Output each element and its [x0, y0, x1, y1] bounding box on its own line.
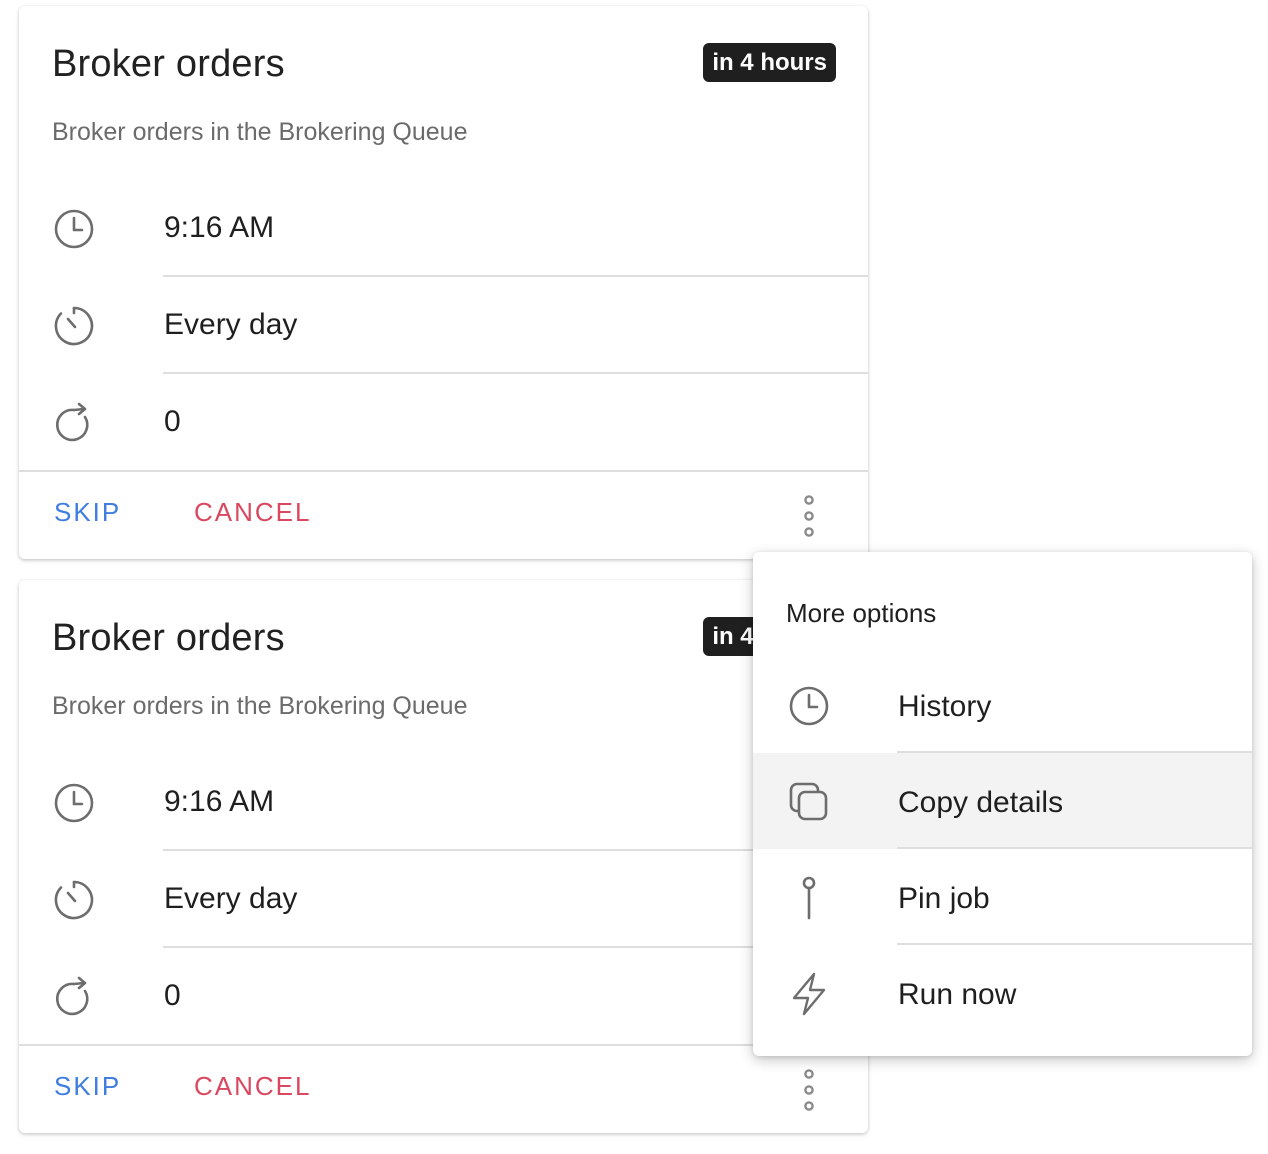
menu-item-label: Pin job: [898, 882, 990, 915]
skip-button[interactable]: SKIP: [54, 496, 121, 528]
frequency-row: Every day: [19, 277, 868, 374]
retries-value: 0: [164, 979, 181, 1012]
frequency-row: Every day: [19, 851, 868, 948]
clock-icon: [52, 207, 96, 251]
divider: [19, 470, 868, 472]
more-options-icon[interactable]: [797, 494, 821, 538]
frequency-value: Every day: [164, 882, 298, 915]
timer-icon: [52, 304, 96, 348]
job-title: Broker orders: [52, 43, 285, 85]
refresh-icon: [52, 401, 96, 445]
run-time-value: 9:16 AM: [164, 211, 275, 244]
menu-item-label: History: [898, 690, 992, 723]
copy-icon: [787, 780, 831, 824]
more-options-menu: More options History Copy details Pin jo…: [753, 552, 1252, 1056]
job-description: Broker orders in the Brokering Queue: [52, 118, 468, 146]
menu-item-history[interactable]: History: [753, 657, 1252, 753]
menu-header: More options: [786, 598, 937, 628]
frequency-value: Every day: [164, 308, 298, 341]
menu-item-label: Copy details: [898, 786, 1064, 819]
run-time-value: 9:16 AM: [164, 785, 275, 818]
menu-item-copy-details[interactable]: Copy details: [753, 753, 1252, 849]
job-card: Broker orders in 4 hours Broker orders i…: [19, 6, 868, 559]
job-card: Broker orders in 4 hours Broker orders i…: [19, 580, 868, 1133]
cancel-button[interactable]: CANCEL: [194, 496, 311, 528]
timer-icon: [52, 878, 96, 922]
run-time-row: 9:16 AM: [19, 180, 868, 277]
menu-item-pin-job[interactable]: Pin job: [753, 849, 1252, 945]
skip-button[interactable]: SKIP: [54, 1070, 121, 1102]
job-description: Broker orders in the Brokering Queue: [52, 692, 468, 720]
flash-icon: [787, 972, 831, 1016]
divider: [19, 1044, 868, 1046]
run-time-row: 9:16 AM: [19, 754, 868, 851]
menu-item-label: Run now: [898, 978, 1017, 1011]
cancel-button[interactable]: CANCEL: [194, 1070, 311, 1102]
menu-item-run-now[interactable]: Run now: [753, 945, 1252, 1041]
clock-icon: [52, 781, 96, 825]
refresh-icon: [52, 975, 96, 1019]
retries-row: 0: [19, 948, 868, 1045]
job-title: Broker orders: [52, 617, 285, 659]
time-badge: in 4 hours: [703, 43, 836, 82]
retries-value: 0: [164, 405, 181, 438]
page: Broker orders in 4 hours Broker orders i…: [0, 0, 1268, 1154]
retries-row: 0: [19, 374, 868, 471]
more-options-icon[interactable]: [797, 1068, 821, 1112]
pin-icon: [787, 876, 831, 920]
clock-icon: [787, 684, 831, 728]
